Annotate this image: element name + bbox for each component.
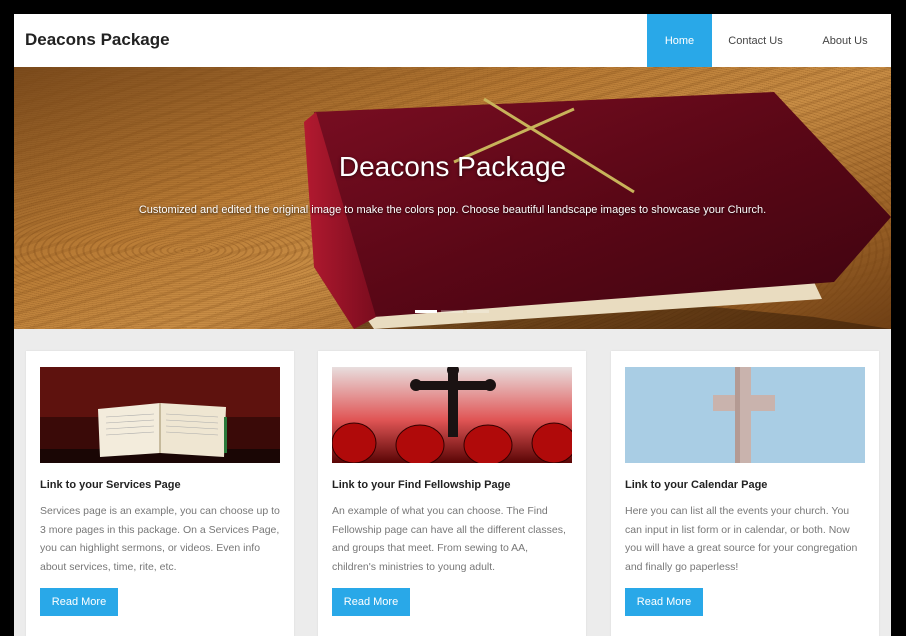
slider-dot[interactable] [467, 310, 489, 313]
nav-about-us[interactable]: About Us [799, 14, 891, 67]
site-header: Deacons Package Home Contact Us About Us [14, 14, 891, 67]
card-title[interactable]: Link to your Services Page [40, 479, 181, 491]
nav-contact-us[interactable]: Contact Us [712, 14, 799, 67]
card-text: An example of what you can choose. The F… [332, 505, 566, 573]
read-more-button[interactable]: Read More [332, 588, 410, 616]
card-fellowship: Link to your Find Fellowship Page An exa… [318, 351, 586, 636]
card-title[interactable]: Link to your Find Fellowship Page [332, 479, 510, 491]
nav-home[interactable]: Home [647, 14, 712, 67]
hero-subtitle: Customized and edited the original image… [138, 204, 767, 216]
bible-image [304, 92, 891, 329]
site-brand[interactable]: Deacons Package [25, 30, 170, 50]
read-more-button[interactable]: Read More [625, 588, 703, 616]
card-text: Services page is an example, you can cho… [40, 505, 280, 573]
main-nav: Home Contact Us About Us [647, 14, 891, 67]
cross-candles-image [332, 367, 572, 463]
open-bible-image [40, 367, 280, 463]
card-services: Link to your Services Page Services page… [26, 351, 294, 636]
page-frame: Deacons Package Home Contact Us About Us [14, 14, 891, 636]
hero-title: Deacons Package [338, 151, 567, 182]
steeple-cross-image [625, 367, 865, 463]
card-title[interactable]: Link to your Calendar Page [625, 479, 767, 491]
card-text: Here you can list all the events your ch… [625, 505, 858, 573]
card-calendar: Link to your Calendar Page Here you can … [611, 351, 879, 636]
read-more-button[interactable]: Read More [40, 588, 118, 616]
slider-dots [415, 310, 489, 313]
slider-dot[interactable] [441, 310, 463, 313]
slider-dot[interactable] [415, 310, 437, 313]
hero-slider: Deacons Package Customized and edited th… [14, 67, 891, 329]
